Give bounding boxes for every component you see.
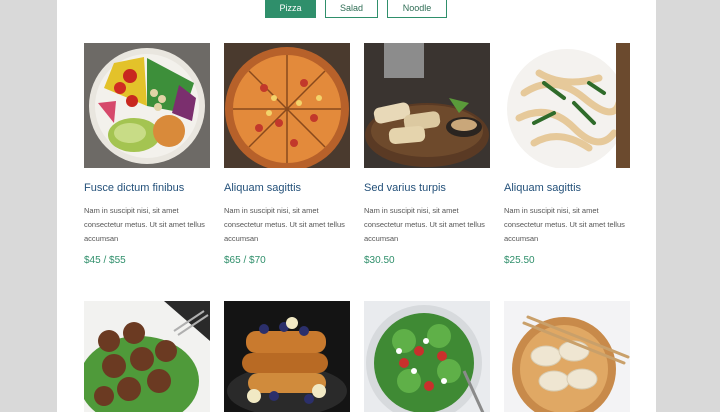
item-price: $45 / $55	[84, 255, 126, 266]
grilled-chicken-image[interactable]	[364, 43, 490, 168]
salad-bowl-image[interactable]	[84, 43, 210, 168]
item-title[interactable]: Aliquam sagittis	[504, 182, 644, 194]
filter-tabs: Pizza Salad Noodle	[57, 0, 656, 20]
item-description: Nam in suscipit nisi, sit amet consectet…	[504, 206, 625, 243]
item-price: $65 / $70	[224, 255, 266, 266]
item-title[interactable]: Sed varius turpis	[364, 182, 504, 194]
item-price: $25.50	[504, 255, 535, 266]
page-content: Pizza Salad Noodle Fusce dictum finibus …	[57, 0, 656, 412]
meatballs-image[interactable]	[84, 301, 210, 412]
tab-pizza[interactable]: Pizza	[265, 0, 316, 18]
item-description: Nam in suscipit nisi, sit amet consectet…	[364, 206, 485, 243]
pizza-image[interactable]	[224, 43, 350, 168]
item-price: $30.50	[364, 255, 395, 266]
tab-noodle[interactable]: Noodle	[387, 0, 447, 18]
dumplings-image[interactable]	[504, 301, 630, 412]
item-description: Nam in suscipit nisi, sit amet consectet…	[84, 206, 205, 243]
item-title[interactable]: Fusce dictum finibus	[84, 182, 224, 194]
french-toast-image[interactable]	[224, 301, 350, 412]
item-title[interactable]: Aliquam sagittis	[224, 182, 364, 194]
green-salad-image[interactable]	[364, 301, 490, 412]
noodles-image[interactable]	[504, 43, 630, 168]
tab-salad[interactable]: Salad	[325, 0, 378, 18]
item-description: Nam in suscipit nisi, sit amet consectet…	[224, 206, 345, 243]
